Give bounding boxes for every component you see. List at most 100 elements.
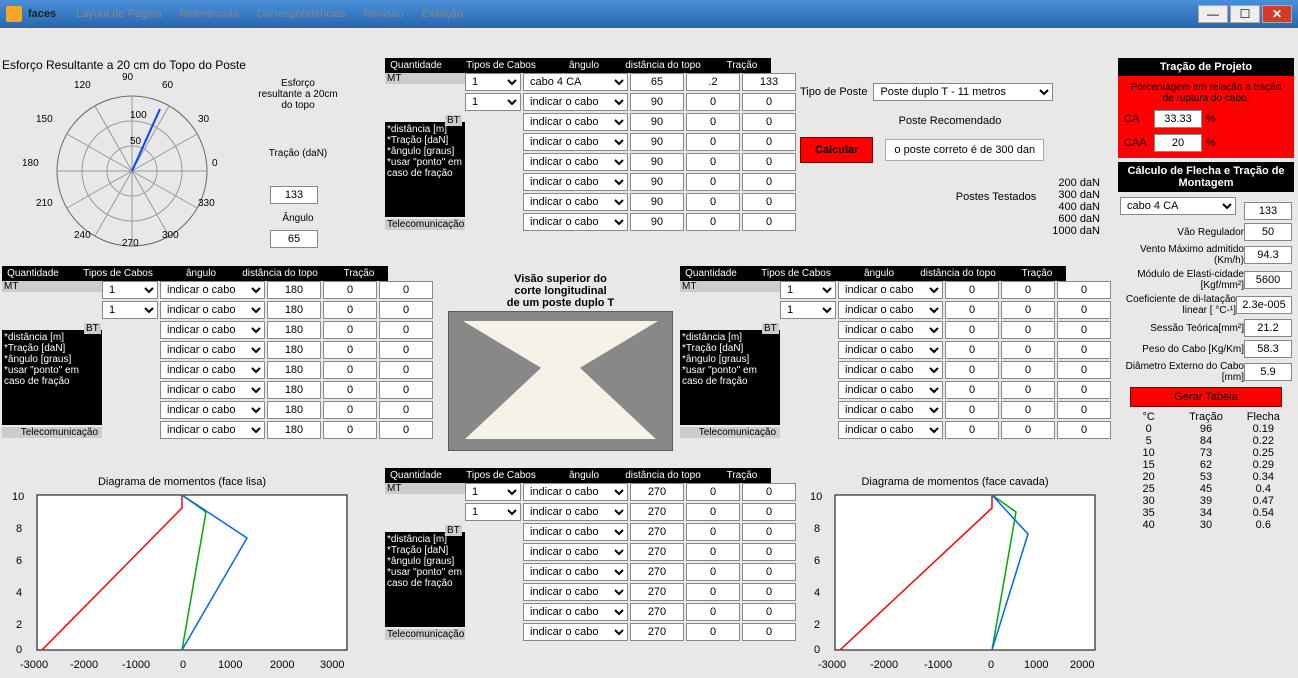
value-cell[interactable]: 0 [686,93,740,111]
qty-select[interactable]: 1 [102,301,158,319]
vento-input[interactable]: 94.3 [1244,246,1292,264]
value-cell[interactable]: 0 [742,523,796,541]
value-cell[interactable]: 270 [630,563,684,581]
cabo-select[interactable]: indicar o cabo [160,421,265,439]
caa-input[interactable]: 20 [1154,134,1202,152]
cabo-select[interactable]: cabo 4 CA [523,73,628,91]
value-cell[interactable]: 90 [630,93,684,111]
value-cell[interactable]: 270 [630,523,684,541]
value-cell[interactable]: 90 [630,213,684,231]
value-cell[interactable]: .2 [686,73,740,91]
calcular-button[interactable]: Calcular [800,137,873,163]
value-cell[interactable]: 180 [267,341,321,359]
qty-select[interactable]: 1 [465,93,521,111]
tipo-poste-select[interactable]: Poste duplo T - 11 metros [873,83,1053,101]
value-cell[interactable]: 0 [323,341,377,359]
value-cell[interactable]: 0 [945,401,999,419]
value-cell[interactable]: 0 [686,483,740,501]
cabo-select[interactable]: indicar o cabo [838,361,943,379]
cabo-select[interactable]: indicar o cabo [523,483,628,501]
value-cell[interactable]: 0 [323,381,377,399]
menu-item[interactable]: Revisão [364,8,404,20]
value-cell[interactable]: 0 [742,503,796,521]
cabo-select[interactable]: indicar o cabo [523,583,628,601]
value-cell[interactable]: 0 [1001,381,1055,399]
value-cell[interactable]: 0 [323,281,377,299]
cabo-select[interactable]: indicar o cabo [523,173,628,191]
cabo-select[interactable]: indicar o cabo [523,603,628,621]
value-cell[interactable]: 0 [1057,381,1111,399]
cabo-select[interactable]: indicar o cabo [160,281,265,299]
value-cell[interactable]: 0 [1001,341,1055,359]
value-cell[interactable]: 0 [742,623,796,641]
value-cell[interactable]: 0 [742,543,796,561]
qty-select[interactable]: 1 [780,301,836,319]
value-cell[interactable]: 0 [1001,301,1055,319]
value-cell[interactable]: 270 [630,483,684,501]
value-cell[interactable]: 0 [1057,361,1111,379]
value-cell[interactable]: 0 [742,93,796,111]
qty-select[interactable]: 1 [465,73,521,91]
value-cell[interactable]: 0 [945,361,999,379]
value-cell[interactable]: 0 [742,153,796,171]
value-cell[interactable]: 0 [686,543,740,561]
value-cell[interactable]: 90 [630,133,684,151]
value-cell[interactable]: 0 [379,361,433,379]
value-cell[interactable]: 0 [686,523,740,541]
diam-input[interactable]: 5.9 [1244,363,1292,381]
vao-input[interactable]: 50 [1244,223,1292,241]
value-cell[interactable]: 0 [686,133,740,151]
value-cell[interactable]: 0 [742,113,796,131]
qty-select[interactable]: 1 [780,281,836,299]
cabo-select[interactable]: indicar o cabo [523,213,628,231]
value-cell[interactable]: 0 [742,173,796,191]
value-cell[interactable]: 180 [267,281,321,299]
value-cell[interactable]: 0 [742,133,796,151]
value-cell[interactable]: 0 [945,301,999,319]
cabo-select[interactable]: indicar o cabo [160,321,265,339]
value-cell[interactable]: 0 [686,193,740,211]
value-cell[interactable]: 0 [1001,281,1055,299]
cabo-select[interactable]: indicar o cabo [160,361,265,379]
cabo-select[interactable]: indicar o cabo [523,543,628,561]
value-cell[interactable]: 0 [742,213,796,231]
value-cell[interactable]: 0 [945,281,999,299]
value-cell[interactable]: 0 [686,213,740,231]
menu-item[interactable]: Referências [180,8,239,20]
menu-item[interactable]: Layout de Página [76,8,162,20]
value-cell[interactable]: 0 [1057,341,1111,359]
value-cell[interactable]: 0 [945,341,999,359]
value-cell[interactable]: 0 [686,503,740,521]
value-cell[interactable]: 0 [1057,321,1111,339]
value-cell[interactable]: 0 [323,361,377,379]
value-cell[interactable]: 270 [630,583,684,601]
value-cell[interactable]: 90 [630,193,684,211]
value-cell[interactable]: 65 [630,73,684,91]
menu-item[interactable]: Correspondências [256,8,345,20]
value-cell[interactable]: 180 [267,381,321,399]
value-cell[interactable]: 0 [379,381,433,399]
value-cell[interactable]: 90 [630,113,684,131]
flecha-cabo-select[interactable]: cabo 4 CA [1120,197,1236,215]
cabo-select[interactable]: indicar o cabo [838,301,943,319]
value-cell[interactable]: 0 [686,563,740,581]
value-cell[interactable]: 0 [323,401,377,419]
value-cell[interactable]: 0 [686,583,740,601]
value-cell[interactable]: 0 [1001,421,1055,439]
value-cell[interactable]: 0 [1001,321,1055,339]
cabo-select[interactable]: indicar o cabo [838,401,943,419]
close-button[interactable] [1262,5,1292,23]
cabo-select[interactable]: indicar o cabo [523,133,628,151]
value-cell[interactable]: 270 [630,543,684,561]
value-cell[interactable]: 180 [267,421,321,439]
value-cell[interactable]: 0 [1001,361,1055,379]
value-cell[interactable]: 90 [630,173,684,191]
value-cell[interactable]: 0 [379,301,433,319]
cabo-select[interactable]: indicar o cabo [160,341,265,359]
value-cell[interactable]: 0 [379,421,433,439]
value-cell[interactable]: 0 [1057,281,1111,299]
qty-select[interactable]: 1 [102,281,158,299]
value-cell[interactable]: 0 [742,193,796,211]
gerar-tabela-button[interactable]: Gerar Tabela [1130,387,1282,407]
value-cell[interactable]: 0 [742,583,796,601]
